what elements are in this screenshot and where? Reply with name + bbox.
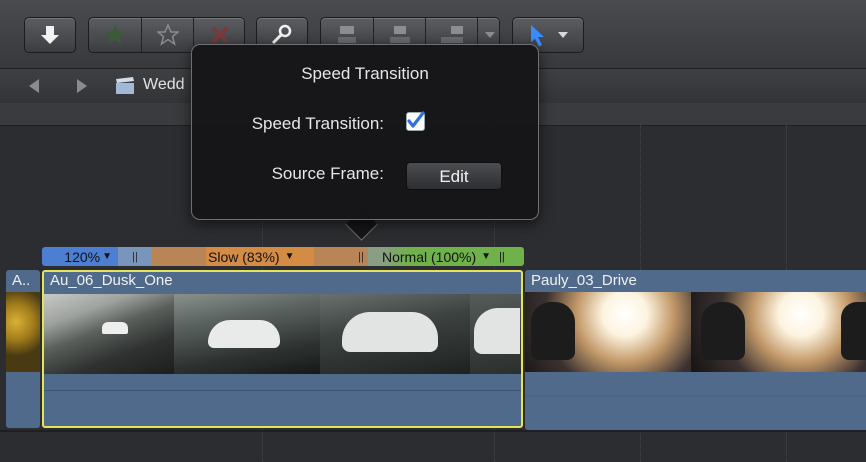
speed-transition-popover: Speed Transition Speed Transition: Sourc… (191, 44, 539, 220)
chevron-down-icon (558, 32, 568, 38)
audio-track-line (44, 390, 521, 391)
speed-dropdown-icon[interactable]: ▼ (102, 251, 112, 262)
clip-name: Au_06_Dusk_One (50, 272, 173, 289)
retime-speed-label: Slow (83%) (208, 248, 280, 265)
speed-transition-checkbox[interactable] (406, 111, 425, 131)
speed-dropdown-icon[interactable]: ▼ (481, 251, 491, 262)
favorite-star-icon (105, 25, 125, 44)
audio-waveform (525, 388, 866, 404)
unrate-star-icon (156, 24, 179, 46)
handle-grip-icon: || (358, 250, 364, 263)
speed-transition-label: Speed Transition: (251, 114, 384, 133)
clip-thumbnail (691, 292, 866, 372)
unrate-button[interactable] (141, 18, 193, 52)
source-frame-label: Source Frame: (271, 164, 384, 183)
import-button[interactable] (24, 17, 76, 53)
popover-title: Speed Transition (301, 64, 429, 83)
clip-name: Pauly_03_Drive (531, 272, 637, 289)
retime-segment-normal[interactable]: Normal (100%) ▼ || (382, 247, 524, 266)
retime-speed-label: Normal (100%) (382, 248, 477, 265)
track-divider (0, 430, 866, 432)
clip-thumbnail (6, 292, 40, 372)
reject-x-icon (211, 26, 228, 44)
clip-name: A.. (12, 272, 31, 289)
source-frame-edit-button[interactable]: Edit (406, 162, 502, 190)
speed-dropdown-icon[interactable]: ▼ (285, 251, 295, 262)
download-arrow-icon (41, 26, 59, 44)
project-name[interactable]: Wedd (143, 76, 185, 94)
clip-thumbnail (470, 294, 521, 374)
speed-transition-handle[interactable]: || (118, 247, 152, 266)
speed-transition-handle[interactable]: || (354, 247, 368, 266)
favorite-button[interactable] (89, 18, 141, 52)
timeline-clip[interactable]: A.. (6, 270, 40, 428)
append-clip-icon (440, 26, 463, 43)
connect-clip-icon (338, 26, 356, 43)
handle-grip-icon: || (132, 250, 138, 263)
chevron-down-icon (484, 32, 495, 38)
clip-thumbnail (44, 294, 174, 374)
retime-transition-segment (152, 247, 206, 266)
handle-grip-icon: || (499, 250, 505, 263)
timeline-clip[interactable]: Pauly_03_Drive (525, 270, 866, 430)
clip-thumbnail (525, 292, 691, 372)
retime-segment-slow[interactable]: Slow (83%) ▼ (206, 247, 314, 266)
retime-segment-fast[interactable]: 120% ▼ (42, 247, 118, 266)
clip-thumbnail (174, 294, 320, 374)
timeline-clip-selected[interactable]: Au_06_Dusk_One (42, 270, 523, 428)
clapper-icon (116, 77, 134, 94)
forward-arrow-icon[interactable] (75, 79, 89, 93)
insert-clip-icon (389, 26, 410, 43)
clip-thumbnail (320, 294, 470, 374)
retime-speed-label: 120% (64, 248, 101, 265)
checkmark-icon (407, 111, 425, 128)
back-arrow-icon[interactable] (27, 79, 41, 93)
